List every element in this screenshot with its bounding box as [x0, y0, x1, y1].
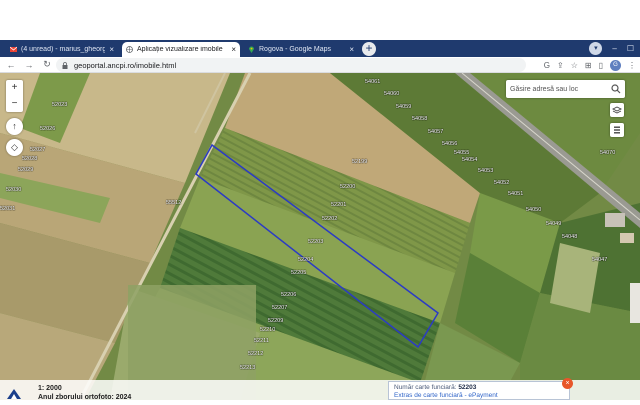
- tab-label: Aplicație vizualizare imobile: [137, 46, 223, 53]
- parcel-label[interactable]: 54049: [546, 221, 561, 227]
- tab-label: (4 unread) - marius_gheorghe20: [21, 46, 106, 53]
- north-arrow-icon[interactable]: ↑: [6, 118, 23, 135]
- land-book-value: 52203: [458, 384, 477, 391]
- zoom-in-button[interactable]: +: [6, 80, 23, 96]
- ancpi-logo-icon: [6, 387, 22, 400]
- zoom-out-button[interactable]: −: [6, 96, 23, 112]
- new-tab-button[interactable]: +: [362, 42, 376, 56]
- zoom-control: + −: [6, 80, 23, 112]
- parcel-label[interactable]: 52029: [18, 167, 33, 173]
- locate-icon[interactable]: ◇: [6, 139, 23, 156]
- url-text: geoportal.ancpi.ro/imobile.html: [74, 60, 177, 70]
- maps-pin-icon: [248, 46, 255, 53]
- search-icon[interactable]: [611, 84, 621, 94]
- parcel-label[interactable]: 52209: [268, 318, 283, 324]
- parcel-label[interactable]: 52201: [331, 202, 346, 208]
- parcel-label[interactable]: 54059: [396, 104, 411, 110]
- parcel-label[interactable]: 54055: [454, 150, 469, 156]
- parcel-label[interactable]: 52207: [272, 305, 287, 311]
- parcel-label[interactable]: 52205: [291, 270, 306, 276]
- address-bar-row: ← → ↻ geoportal.ancpi.ro/imobile.html G …: [0, 57, 640, 73]
- parcel-label[interactable]: 52030: [6, 187, 21, 193]
- land-book-label: Număr carte funciară:: [394, 384, 457, 391]
- parcel-label[interactable]: 54052: [494, 180, 509, 186]
- extensions-icon[interactable]: ⊞: [585, 61, 592, 70]
- parcel-info-popup: Număr carte funciară: 52203 Extras de ca…: [388, 381, 570, 400]
- parcel-label[interactable]: 52027: [30, 147, 45, 153]
- share-icon[interactable]: ⇪: [557, 61, 564, 70]
- parcel-label[interactable]: 52200: [340, 184, 355, 190]
- parcel-label[interactable]: 54056: [442, 141, 457, 147]
- tab-google-maps[interactable]: Rogova - Google Maps ×: [244, 42, 358, 57]
- parcel-label[interactable]: 52203: [308, 239, 323, 245]
- tab-close-icon[interactable]: ×: [349, 45, 354, 54]
- parcel-label[interactable]: 54070: [600, 150, 615, 156]
- address-search-input[interactable]: Găsire adresă sau loc: [506, 80, 625, 98]
- toolbar-icons: G ⇪ ☆ ⊞ ▯ G ⋮: [544, 58, 636, 72]
- parcel-label[interactable]: 54060: [384, 91, 399, 97]
- tab-close-icon[interactable]: ×: [231, 45, 236, 54]
- search-placeholder: Găsire adresă sau loc: [510, 85, 579, 93]
- parcel-label[interactable]: 54051: [508, 191, 523, 197]
- parcel-label[interactable]: 52204: [298, 257, 313, 263]
- maximize-icon[interactable]: ☐: [627, 44, 634, 53]
- top-blank-area: [0, 0, 640, 40]
- parcel-label[interactable]: 54057: [428, 129, 443, 135]
- sidepanel-icon[interactable]: ▯: [599, 61, 603, 70]
- google-lens-icon[interactable]: G: [544, 61, 550, 70]
- parcel-label[interactable]: 54047: [592, 257, 607, 263]
- menu-kebab-icon[interactable]: ⋮: [628, 61, 636, 70]
- parcel-label[interactable]: 52023: [52, 102, 67, 108]
- tab-search-icon[interactable]: ▾: [589, 42, 603, 55]
- parcel-label[interactable]: 54053: [478, 168, 493, 174]
- minimize-icon[interactable]: –: [612, 44, 616, 53]
- parcel-label[interactable]: 54058: [412, 116, 427, 122]
- parcel-label[interactable]: 52213: [240, 365, 255, 371]
- map-view[interactable]: 52023 52026 52027 52028 52029 52030 5203…: [0, 73, 640, 400]
- layers-icon[interactable]: [610, 103, 624, 117]
- parcel-label[interactable]: 52202: [322, 216, 337, 222]
- parcel-label[interactable]: 52028: [22, 156, 37, 162]
- parcel-label[interactable]: 54061: [365, 79, 380, 85]
- tab-label: Rogova - Google Maps: [259, 46, 331, 53]
- parcel-label[interactable]: 52210: [260, 327, 275, 333]
- parcel-label[interactable]: 52206: [281, 292, 296, 298]
- window-controls: ▾ – ☐: [589, 40, 640, 57]
- parcel-label[interactable]: 54048: [562, 234, 577, 240]
- parcel-label[interactable]: 54050: [526, 207, 541, 213]
- land-book-number: Număr carte funciară: 52203: [394, 384, 564, 391]
- mail-icon: [9, 46, 18, 53]
- parcel-label[interactable]: 54054: [462, 157, 477, 163]
- globe-icon: [126, 46, 133, 53]
- parcel-label[interactable]: 52031: [0, 206, 15, 212]
- forward-arrow-icon[interactable]: →: [22, 60, 36, 70]
- parcel-label[interactable]: 52026: [40, 126, 55, 132]
- tab-gmail[interactable]: (4 unread) - marius_gheorghe20 ×: [6, 42, 118, 57]
- land-book-extract-link[interactable]: Extras de carte funciară - ePayment: [394, 392, 564, 399]
- profile-avatar[interactable]: G: [610, 59, 621, 71]
- close-popup-icon[interactable]: ×: [562, 378, 573, 389]
- back-arrow-icon[interactable]: ←: [4, 60, 18, 70]
- tab-geoportal[interactable]: Aplicație vizualizare imobile ×: [122, 42, 240, 57]
- basemap-gallery-icon[interactable]: [610, 123, 624, 137]
- reload-icon[interactable]: ↻: [40, 59, 54, 70]
- browser-tab-strip: (4 unread) - marius_gheorghe20 × Aplicaț…: [0, 40, 640, 57]
- parcel-label[interactable]: 52212: [248, 351, 263, 357]
- bookmark-star-icon[interactable]: ☆: [571, 61, 578, 70]
- url-field[interactable]: geoportal.ancpi.ro/imobile.html: [56, 58, 526, 72]
- parcel-label[interactable]: 52211: [254, 338, 269, 344]
- lock-icon[interactable]: [62, 61, 68, 69]
- aerial-imagery: [0, 73, 640, 400]
- parcel-label[interactable]: 55512: [166, 200, 181, 206]
- tab-close-icon[interactable]: ×: [109, 45, 114, 54]
- parcel-label[interactable]: 52199: [352, 159, 367, 165]
- map-scale: 1: 2000: [38, 385, 62, 392]
